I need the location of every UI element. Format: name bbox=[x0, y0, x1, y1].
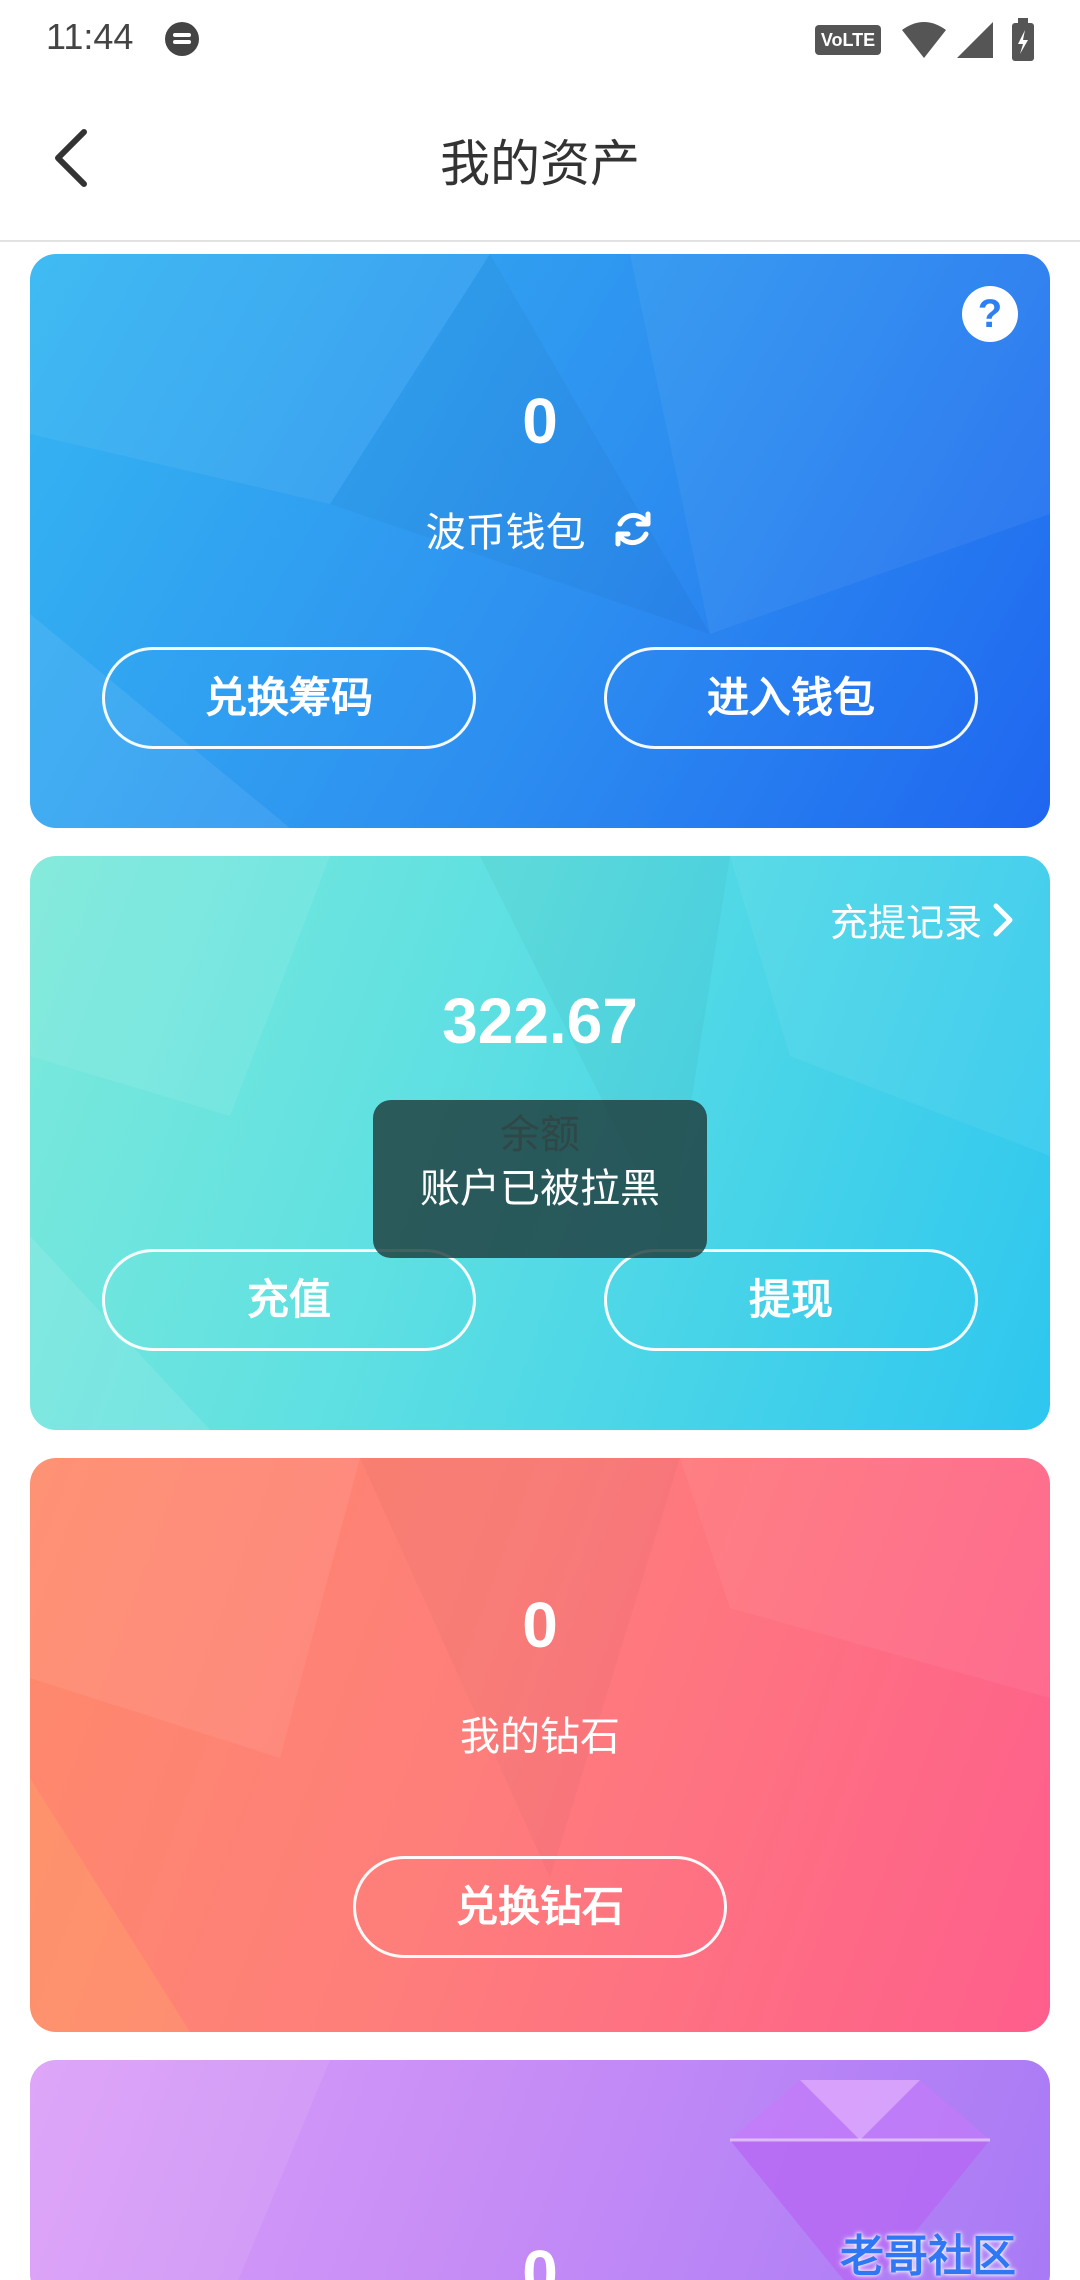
status-bar: 11:44 VoLTE bbox=[0, 0, 1080, 80]
toast-text: 账户已被拉黑 bbox=[420, 1166, 660, 1212]
withdraw-button[interactable]: 提现 bbox=[604, 1249, 978, 1351]
volte-badge: VoLTE bbox=[815, 25, 881, 55]
wallet-label-row: 波币钱包 bbox=[30, 500, 1050, 558]
page-title: 我的资产 bbox=[440, 135, 640, 193]
message-icon bbox=[165, 22, 199, 56]
diamond-label: 我的钻石 bbox=[460, 1714, 620, 1760]
wallet-card: ? 0 波币钱包 兑换筹码 进入钱包 bbox=[30, 254, 1050, 828]
toast-message: 账户已被拉黑 bbox=[373, 1100, 707, 1258]
diamond-amount: 0 bbox=[522, 1589, 558, 1661]
wallet-amount: 0 bbox=[522, 385, 558, 457]
wallet-label: 波币钱包 bbox=[425, 510, 586, 556]
recharge-button[interactable]: 充值 bbox=[102, 1249, 476, 1351]
chevron-right-icon bbox=[993, 903, 1013, 936]
wifi-icon bbox=[902, 22, 946, 58]
diamond-card: 0 我的钻石 兑换钻石 bbox=[30, 1458, 1050, 2032]
recharge-withdraw-records-link[interactable]: 充提记录 bbox=[830, 892, 1016, 947]
signal-icon bbox=[957, 22, 993, 58]
app-header: 我的资产 bbox=[0, 80, 1080, 242]
exchange-diamond-button[interactable]: 兑换钻石 bbox=[353, 1856, 727, 1958]
enter-wallet-button[interactable]: 进入钱包 bbox=[604, 647, 978, 749]
records-link-label: 充提记录 bbox=[829, 901, 982, 945]
status-time: 11:44 bbox=[46, 16, 134, 57]
exchange-chips-button[interactable]: 兑换筹码 bbox=[102, 647, 476, 749]
help-icon[interactable]: ? bbox=[962, 286, 1018, 342]
balance-amount: 322.67 bbox=[442, 985, 638, 1057]
watermark-logo: 老哥社区 bbox=[840, 2231, 1016, 2280]
refresh-icon[interactable] bbox=[612, 508, 654, 550]
battery-icon bbox=[1012, 18, 1034, 61]
